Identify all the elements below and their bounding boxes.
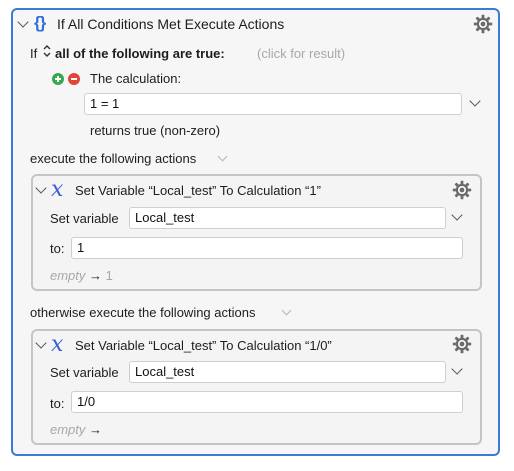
- gear-icon[interactable]: [452, 334, 472, 354]
- else-section-label: otherwise execute the following actions: [30, 305, 256, 320]
- remove-condition-icon[interactable]: [68, 73, 80, 85]
- arrow-icon: →: [89, 422, 103, 437]
- gear-icon[interactable]: [452, 180, 472, 200]
- result-preview: empty → 1: [50, 268, 113, 283]
- result-empty-text: empty: [50, 268, 86, 283]
- click-for-result-link[interactable]: (click for result): [257, 46, 345, 61]
- curly-braces-icon: {}: [34, 13, 46, 32]
- variable-x-icon: x: [51, 332, 64, 357]
- then-section-label: execute the following actions: [30, 151, 197, 166]
- calculation-input[interactable]: 1 = 1: [84, 93, 462, 115]
- calculation-input[interactable]: 1/0: [71, 391, 463, 413]
- returns-text: returns true (non-zero): [90, 123, 221, 138]
- add-condition-icon[interactable]: [52, 73, 64, 85]
- else-action-title: Set Variable “Local_test” To Calculation…: [75, 338, 332, 353]
- set-variable-label: Set variable: [50, 211, 119, 226]
- calculation-label: The calculation:: [90, 71, 182, 86]
- gear-icon[interactable]: [473, 14, 493, 34]
- variable-name-input[interactable]: Local_test: [129, 361, 446, 383]
- condition-mode-selector[interactable]: all of the following are true:: [55, 46, 225, 61]
- arrow-icon: →: [89, 268, 103, 283]
- mode-stepper-icon[interactable]: [42, 43, 52, 59]
- if-label: If: [30, 46, 38, 61]
- calculation-input[interactable]: 1: [71, 237, 463, 259]
- to-label: to:: [50, 396, 65, 411]
- set-variable-label: Set variable: [50, 365, 119, 380]
- result-empty-text: empty: [50, 422, 86, 437]
- result-value: 1: [105, 268, 113, 283]
- result-preview: empty →: [50, 422, 102, 437]
- then-action-title: Set Variable “Local_test” To Calculation…: [75, 183, 321, 198]
- variable-x-icon: x: [51, 177, 64, 202]
- variable-name-input[interactable]: Local_test: [129, 207, 446, 229]
- to-label: to:: [50, 241, 65, 256]
- action-title: If All Conditions Met Execute Actions: [57, 16, 285, 32]
